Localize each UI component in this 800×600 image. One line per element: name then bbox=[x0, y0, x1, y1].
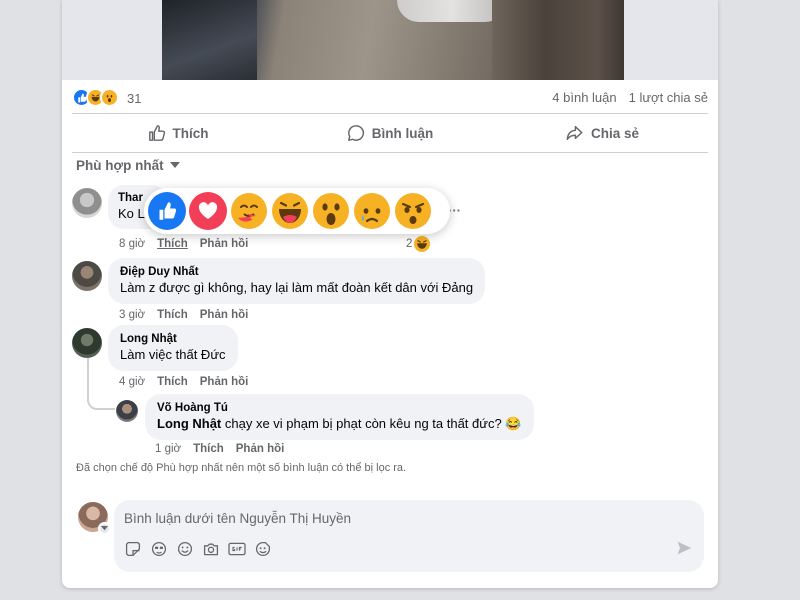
reaction-picker bbox=[144, 188, 450, 234]
chevron-down-icon[interactable] bbox=[98, 522, 111, 535]
angry-reaction-icon[interactable] bbox=[394, 192, 432, 230]
post-photo[interactable] bbox=[62, 0, 718, 80]
reaction-count[interactable]: 31 bbox=[127, 91, 141, 106]
filter-notice: Đã chọn chế độ Phù hợp nhất nên một số b… bbox=[76, 462, 407, 474]
reply-mention[interactable]: Long Nhật bbox=[157, 416, 221, 431]
avatar[interactable] bbox=[72, 261, 102, 291]
reply-time[interactable]: 1 giờ bbox=[155, 443, 181, 455]
divider bbox=[72, 113, 708, 114]
comment-time[interactable]: 3 giờ bbox=[119, 309, 145, 321]
comment-time[interactable]: 8 giờ bbox=[119, 238, 145, 250]
haha-reaction-icon[interactable] bbox=[271, 192, 309, 230]
comment-author[interactable]: Điệp Duy Nhất bbox=[120, 265, 473, 279]
comment-time[interactable]: 4 giờ bbox=[119, 376, 145, 388]
post-card: 31 4 bình luận 1 lượt chia sẻ Thích Bình… bbox=[62, 0, 718, 588]
reply-meta: 1 giờ Thích Phản hồi bbox=[155, 443, 284, 455]
reply-like-link[interactable]: Thích bbox=[193, 443, 224, 455]
like-button[interactable]: Thích bbox=[72, 116, 284, 150]
reply-reply-link[interactable]: Phản hồi bbox=[236, 443, 285, 455]
reply-text: chạy xe vi phạm bị phạt còn kêu ng ta th… bbox=[221, 416, 522, 431]
comment-reply-link[interactable]: Phản hồi bbox=[200, 238, 249, 250]
camera-icon[interactable] bbox=[202, 540, 220, 558]
wow-icon bbox=[100, 88, 119, 107]
sad-reaction-icon[interactable] bbox=[353, 192, 391, 230]
share-icon bbox=[566, 125, 583, 141]
sort-label: Phù hợp nhất bbox=[76, 158, 164, 173]
share-button[interactable]: Chia sẻ bbox=[496, 116, 708, 150]
comment-input[interactable]: Bình luận dưới tên Nguyễn Thị Huyền bbox=[124, 511, 351, 526]
reply-thread-line bbox=[87, 358, 115, 410]
wow-reaction-icon[interactable] bbox=[312, 192, 350, 230]
avatar[interactable] bbox=[116, 400, 138, 422]
avatar-sticker-icon[interactable] bbox=[150, 540, 168, 558]
gif-icon[interactable] bbox=[228, 540, 246, 558]
send-icon[interactable] bbox=[676, 540, 692, 561]
composer-tools bbox=[124, 540, 272, 558]
reply-author[interactable]: Võ Hoàng Tú bbox=[157, 401, 522, 415]
post-photo-image[interactable] bbox=[162, 0, 624, 80]
comment-bubble: Long Nhật Làm việc thất Đức bbox=[108, 325, 238, 371]
reaction-summary[interactable] bbox=[72, 88, 119, 107]
comments-count[interactable]: 4 bình luận bbox=[552, 90, 616, 105]
like-reaction-icon[interactable] bbox=[148, 192, 186, 230]
comment-text: Làm z được gì không, hay lại làm mất đoà… bbox=[120, 280, 474, 295]
comment-like-link[interactable]: Thích bbox=[157, 376, 188, 388]
caret-down-icon bbox=[169, 162, 180, 168]
reply-bubble: Võ Hoàng Tú Long Nhật chạy xe vi phạm bị… bbox=[145, 394, 534, 440]
composer-avatar[interactable] bbox=[78, 502, 111, 535]
shares-count[interactable]: 1 lượt chia sẻ bbox=[629, 90, 708, 105]
love-reaction-icon[interactable] bbox=[189, 192, 227, 230]
post-stats: 31 4 bình luận 1 lượt chia sẻ bbox=[72, 86, 708, 110]
comment-reaction-count[interactable]: 2 bbox=[406, 236, 431, 252]
comment-bubble: Điệp Duy Nhất Làm z được gì không, hay l… bbox=[108, 258, 486, 304]
comment-button[interactable]: Bình luận bbox=[284, 116, 496, 150]
comment-reply-link[interactable]: Phản hồi bbox=[200, 376, 249, 388]
comment-meta: 8 giờ Thích Phản hồi bbox=[119, 238, 248, 250]
care-reaction-icon[interactable] bbox=[230, 192, 268, 230]
share-label: Chia sẻ bbox=[590, 125, 640, 141]
haha-icon bbox=[414, 236, 431, 252]
comment-author[interactable]: Long Nhật bbox=[120, 332, 226, 346]
sort-dropdown[interactable]: Phù hợp nhất bbox=[76, 158, 180, 173]
post-actions: Thích Bình luận Chia sẻ bbox=[72, 116, 708, 150]
sticker-icon[interactable] bbox=[124, 540, 142, 558]
avatar[interactable] bbox=[72, 328, 102, 358]
comment-composer[interactable]: Bình luận dưới tên Nguyễn Thị Huyền bbox=[114, 500, 704, 572]
comment-meta: 4 giờ Thích Phản hồi bbox=[119, 376, 248, 388]
comment-reply-link[interactable]: Phản hồi bbox=[200, 309, 249, 321]
comment-icon bbox=[347, 125, 364, 141]
comment-meta: 3 giờ Thích Phản hồi bbox=[119, 309, 248, 321]
avatar[interactable] bbox=[72, 188, 102, 218]
comment-label: Bình luận bbox=[371, 125, 434, 141]
divider bbox=[72, 152, 708, 153]
comment-text: Làm việc thất Đức bbox=[120, 347, 226, 362]
comment-like-link[interactable]: Thích bbox=[157, 238, 188, 250]
sticker-face-icon[interactable] bbox=[254, 540, 272, 558]
thumbs-up-icon bbox=[148, 125, 165, 141]
like-label: Thích bbox=[172, 125, 209, 141]
emoji-icon[interactable] bbox=[176, 540, 194, 558]
comment-reaction-number: 2 bbox=[406, 238, 413, 250]
comment-like-link[interactable]: Thích bbox=[157, 309, 188, 321]
